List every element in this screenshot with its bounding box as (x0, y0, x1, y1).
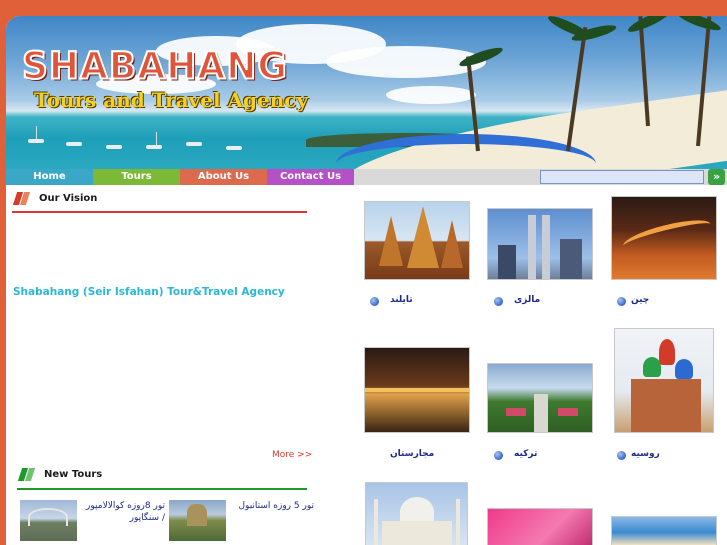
nav-about-us[interactable]: About Us (180, 169, 267, 185)
palm-frond (675, 16, 723, 34)
vision-header: Our Vision (12, 192, 312, 210)
new-tours-header: New Tours (17, 468, 317, 486)
tour-title[interactable]: تور 5 روزه استانبول (230, 500, 315, 512)
palm-frond (626, 16, 672, 36)
new-tours-divider (17, 488, 307, 490)
search-go-button[interactable]: » (708, 169, 725, 185)
tour-title[interactable]: تور 8روزه کوالالامپور / سنگاپور (81, 500, 165, 524)
nav-home[interactable]: Home (6, 169, 93, 185)
destination-photo[interactable] (364, 201, 470, 280)
vision-divider (12, 211, 307, 213)
search-input[interactable] (540, 170, 704, 184)
bullet-icon (617, 297, 626, 306)
boat (226, 146, 242, 150)
destination-label[interactable]: مالزی (514, 295, 540, 305)
tour-photo[interactable] (169, 500, 226, 541)
boat (106, 145, 122, 149)
destination-label[interactable]: روسیه (631, 449, 660, 459)
bullet-icon (370, 297, 379, 306)
boat (146, 145, 162, 149)
nav-contact-us[interactable]: Contact Us (267, 169, 354, 185)
bullet-icon (494, 451, 503, 460)
logo-title: SHABAHANG (21, 44, 288, 89)
destination-label[interactable]: تایلند (390, 295, 413, 305)
destination-photo[interactable] (611, 196, 717, 280)
destination-photo[interactable] (364, 347, 470, 433)
new-tours-title: New Tours (44, 469, 103, 480)
agency-name: Shabahang (Seir Isfahan) Tour&Travel Age… (13, 286, 285, 298)
destination-photo[interactable] (487, 508, 593, 545)
header-banner: SHABAHANG Tours and Travel Agency (6, 16, 727, 169)
double-chevron-right-icon: » (712, 170, 721, 183)
bullet-icon (617, 451, 626, 460)
boat-mast (156, 132, 157, 146)
destination-photo[interactable] (487, 363, 593, 433)
destination-photo[interactable] (614, 328, 714, 433)
vision-section-icon (12, 192, 31, 206)
destination-photo[interactable] (365, 482, 468, 545)
destination-label[interactable]: مجارستان (390, 449, 434, 459)
destination-photo[interactable] (487, 208, 593, 280)
more-link[interactable]: More >> (272, 450, 312, 460)
bullet-icon (494, 297, 503, 306)
vision-title: Our Vision (39, 193, 98, 204)
destination-label[interactable]: چین (631, 295, 649, 305)
destination-photo[interactable] (611, 516, 717, 545)
tour-photo[interactable] (20, 500, 77, 541)
nav-tours[interactable]: Tours (93, 169, 180, 185)
destination-label[interactable]: ترکیه (514, 449, 537, 459)
new-tours-section-icon (17, 468, 36, 482)
boat (28, 139, 44, 143)
boat (186, 142, 202, 146)
boat (66, 142, 82, 146)
logo-subtitle: Tours and Travel Agency (34, 88, 309, 112)
cloud (386, 86, 476, 104)
boat-mast (36, 126, 37, 140)
main-nav: Home Tours About Us Contact Us » (6, 169, 727, 185)
page-frame: SHABAHANG Tours and Travel Agency Home T… (6, 16, 727, 545)
